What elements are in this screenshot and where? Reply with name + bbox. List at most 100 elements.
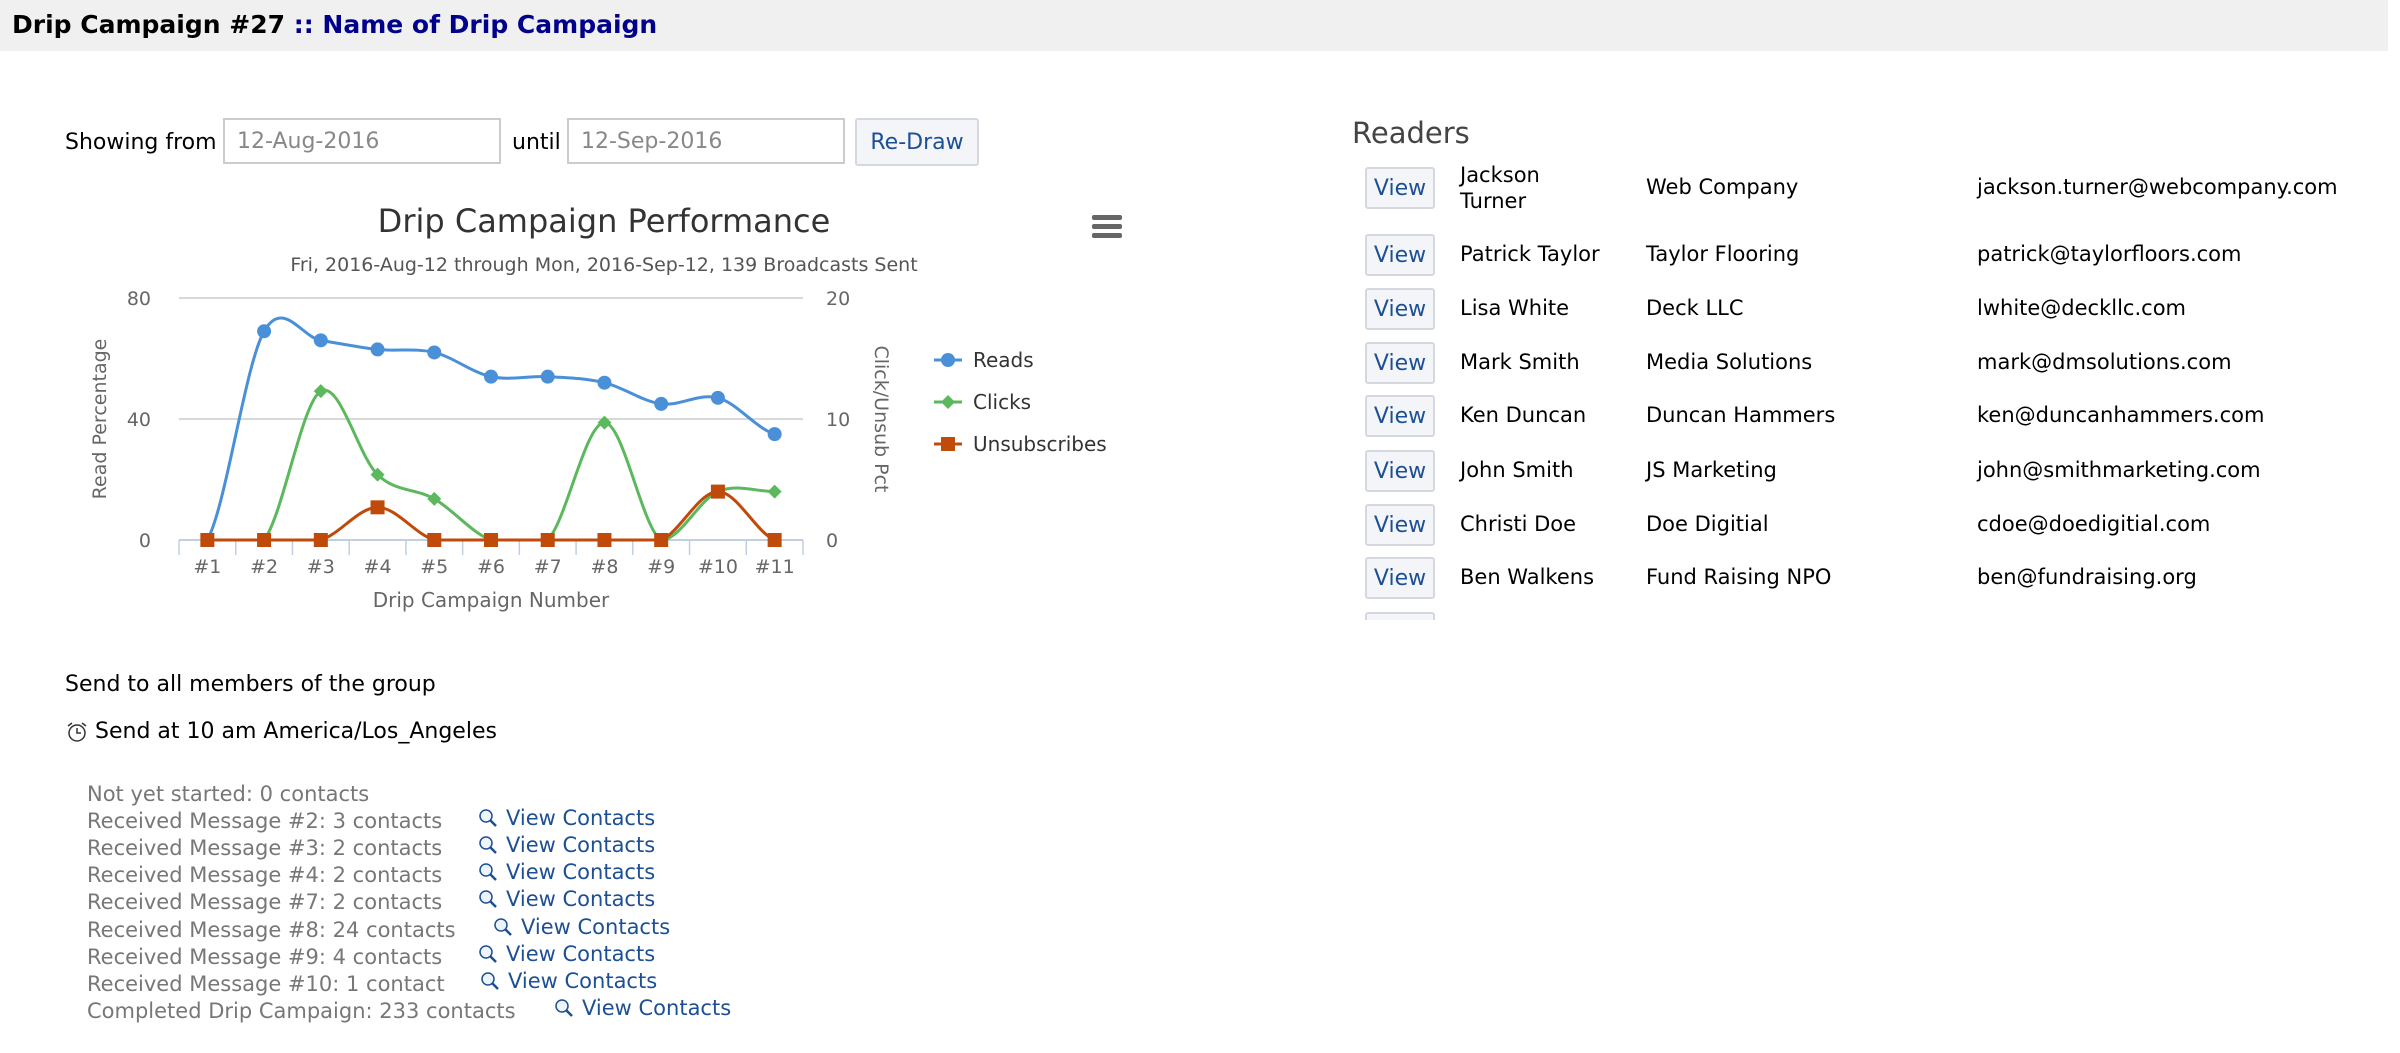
reader-email[interactable]: lwhite@deckllc.com [1977,296,2186,320]
data-point [654,396,669,411]
view-contacts-link[interactable]: View Contacts [478,887,655,911]
progress-row: Completed Drip Campaign: 233 contacts [87,998,516,1023]
reader-email[interactable]: patrick@taylorfloors.com [1977,242,2241,266]
y-tick-label: 40 [127,409,151,431]
data-point [597,415,612,430]
data-point [710,390,725,405]
progress-row: Received Message #9: 4 contacts [87,944,443,969]
legend-item-reads[interactable]: Reads [934,348,1034,372]
view-contacts-link[interactable]: View Contacts [478,860,655,884]
reader-company: Duncan Hammers [1646,403,1836,427]
data-point [257,324,272,339]
series-unsubscribes [200,484,782,547]
legend-item-clicks[interactable]: Clicks [934,390,1031,414]
schedule: Send at 10 am America/Los_Angeles [65,719,497,744]
data-point [941,395,955,409]
view-reader-button[interactable]: View [1365,450,1435,492]
view-reader-button[interactable]: View [1365,557,1435,599]
reader-email[interactable]: cdoe@doedigitial.com [1977,512,2210,536]
view-contacts-link[interactable]: View Contacts [493,915,670,939]
showing-from-label: Showing from [65,130,217,155]
x-tick-label: #8 [590,556,618,578]
view-contacts-link[interactable]: View Contacts [478,806,655,830]
x-tick-label: #5 [420,556,448,578]
until-label: until [512,130,561,155]
reader-company: JS Marketing [1646,458,1777,482]
view-reader-button[interactable]: View [1365,395,1435,437]
reader-email[interactable]: jackson.turner@webcompany.com [1977,175,2338,199]
until-date-input[interactable] [567,118,845,164]
page-header: Drip Campaign #27 :: Name of Drip Campai… [0,0,2388,51]
reader-email[interactable]: ken@duncanhammers.com [1977,403,2264,427]
reader-name: Jackson Turner [1460,163,1540,213]
y2-tick-label: 10 [826,409,850,431]
view-reader-button[interactable]: View [1365,342,1435,384]
x-tick-label: #1 [193,556,221,578]
magnifier-icon [479,890,497,909]
from-date-input[interactable] [223,118,501,164]
progress-row: Received Message #8: 24 contacts [87,917,456,942]
reader-company: Fund Raising NPO [1646,565,1832,589]
progress-row: Received Message #4: 2 contacts [87,863,443,888]
series-clicks [200,384,782,547]
readers-title: Readers [1352,116,1470,150]
magnifier-icon [555,999,573,1017]
menu-icon[interactable] [1092,215,1122,238]
reader-company: Media Solutions [1646,350,1813,374]
magnifier-icon [479,944,497,963]
legend-item-unsubscribes[interactable]: Unsubscribes [934,432,1107,456]
data-point [767,533,782,547]
data-point [767,484,782,499]
data-point [767,427,782,442]
view-reader-button[interactable]: View [1365,167,1435,209]
reader-company: Taylor Flooring [1646,242,1800,266]
reader-name: John Smith [1460,458,1574,482]
view-contacts-link[interactable]: View Contacts [478,833,655,857]
send-group-text: Send to all members of the group [65,672,436,697]
chart-subtitle: Fri, 2016-Aug-12 through Mon, 2016-Sep-1… [290,254,917,276]
x-tick-label: #11 [755,556,795,578]
data-point [370,342,385,357]
data-point [313,333,328,348]
view-contacts-link[interactable]: View Contacts [478,942,655,966]
progress-row: Received Message #3: 2 contacts [87,836,443,861]
reader-email[interactable]: mark@dmsolutions.com [1977,350,2232,374]
view-button-partial[interactable] [1365,612,1435,620]
data-point [540,533,555,547]
reader-company: Web Company [1646,175,1799,199]
view-reader-button[interactable]: View [1365,288,1435,330]
data-point [313,533,328,547]
data-point [941,353,955,367]
data-point [427,533,442,547]
data-point [654,533,669,547]
x-tick-label: #6 [477,556,505,578]
x-tick-label: #10 [698,556,738,578]
reader-company: Doe Digitial [1646,512,1769,536]
legend-label: Reads [973,348,1034,372]
redraw-button[interactable]: Re-Draw [855,118,979,166]
magnifier-icon [479,809,497,827]
data-point [200,533,215,547]
x-tick-label: #2 [250,556,278,578]
data-point [370,500,385,515]
campaign-name: :: Name of Drip Campaign [293,10,658,39]
reader-email[interactable]: john@smithmarketing.com [1977,458,2261,482]
reader-name: Christi Doe [1460,512,1577,536]
progress-row: Received Message #7: 2 contacts [87,890,443,915]
view-reader-button[interactable]: View [1365,234,1435,276]
performance-chart: Drip Campaign Performance Fri, 2016-Aug-… [89,202,1122,612]
y-tick-label: 0 [139,530,151,552]
data-point [484,369,498,384]
view-contacts-link[interactable]: View Contacts [480,969,657,993]
page-title: Drip Campaign #27 :: Name of Drip Campai… [12,10,658,39]
y2-tick-label: 0 [826,530,838,552]
series-line [207,388,775,542]
y-axis-label: Read Percentage [89,339,111,500]
progress-row: Received Message #2: 3 contacts [87,809,443,834]
chart-title: Drip Campaign Performance [378,202,831,240]
data-point [710,484,725,499]
view-reader-button[interactable]: View [1365,504,1435,546]
magnifier-icon [481,971,499,990]
view-contacts-link[interactable]: View Contacts [554,996,731,1020]
reader-email[interactable]: ben@fundraising.org [1977,565,2197,589]
